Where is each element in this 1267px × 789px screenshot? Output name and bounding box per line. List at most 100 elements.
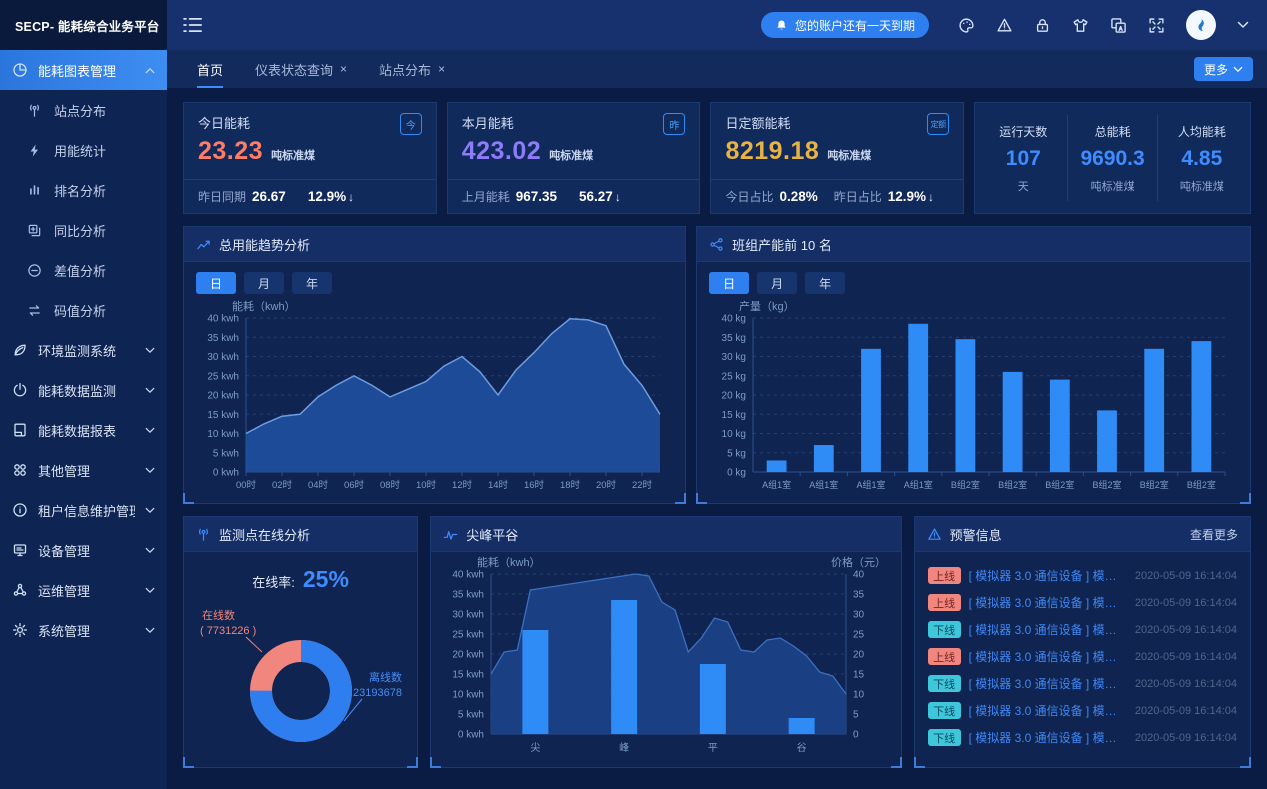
sidebar-item-码值分析[interactable]: 码值分析 — [0, 290, 167, 330]
sidebar-item-label: 同比分析 — [54, 221, 106, 240]
palette-icon[interactable] — [958, 17, 975, 34]
stat-card-日定额能耗: 日定额能耗定额8219.18吨标准煤今日占比0.28%昨日占比12.9%↓ — [710, 102, 964, 214]
tabbar: 首页仪表状态查询× 站点分布 × 更多 — [167, 50, 1267, 88]
alert-message[interactable]: [ 模拟器 3.0 通信设备 ] 模拟器 3.0... — [969, 567, 1127, 584]
stat-card-title-row: 今日能耗今 — [198, 113, 422, 135]
alert-timestamp: 2020-05-09 16:14:04 — [1135, 705, 1237, 717]
alert-message[interactable]: [ 模拟器 3.0 通信设备 ] 模拟器 3.0... — [969, 702, 1127, 719]
sidebar-group-运维管理[interactable]: 运维管理 — [0, 570, 167, 610]
stat-card-value-row: 8219.18吨标准煤 — [725, 137, 949, 166]
avatar[interactable] — [1186, 10, 1216, 40]
tab-首页[interactable]: 首页 — [181, 50, 239, 88]
period-toggle-年[interactable]: 年 — [805, 272, 845, 294]
sidebar-item-同比分析[interactable]: 同比分析 — [0, 210, 167, 250]
app-title: SECP- 能耗综合业务平台 — [15, 16, 159, 35]
close-tab-icon[interactable]: × — [340, 62, 347, 76]
gear-icon — [12, 622, 28, 638]
stats-row: 今日能耗今23.23 吨标准煤昨日同期26.67 12.9% ↓本月能耗昨423.02… — [183, 102, 1251, 214]
period-toggle-日[interactable]: 日 — [196, 272, 236, 294]
svg-text:16时: 16时 — [524, 479, 545, 491]
svg-text:5 kg: 5 kg — [727, 448, 746, 459]
view-more-link[interactable]: 查看更多 — [1190, 526, 1238, 543]
alert-row[interactable]: 上线[ 模拟器 3.0 通信设备 ] 模拟器 3.0...2020-05-09 … — [928, 562, 1237, 589]
skin-icon[interactable] — [1072, 17, 1089, 34]
chevron-down-icon[interactable] — [1237, 21, 1249, 29]
period-toggle-月[interactable]: 月 — [244, 272, 284, 294]
more-button[interactable]: 更多 — [1194, 57, 1253, 81]
svg-text:30: 30 — [853, 610, 865, 621]
dashboard-content: 今日能耗今23.23 吨标准煤昨日同期26.67 12.9% ↓本月能耗昨423.02… — [167, 88, 1267, 789]
calendar-badge-icon: 今 — [400, 113, 422, 135]
period-toggle-月[interactable]: 月 — [757, 272, 797, 294]
collapse-menu-icon[interactable] — [183, 17, 202, 33]
sidebar-group-label: 能耗数据监测 — [38, 381, 116, 400]
chevron-down-icon — [145, 387, 155, 394]
alert-triangle-icon[interactable] — [996, 17, 1013, 34]
sidebar-group-label: 能耗数据报表 — [38, 421, 116, 440]
alert-row[interactable]: 下线[ 模拟器 3.0 通信设备 ] 模拟器 3.0...2020-05-09 … — [928, 697, 1237, 724]
panel-title: 监测点在线分析 — [219, 525, 310, 544]
sidebar-item-差值分析[interactable]: 差值分析 — [0, 250, 167, 290]
svg-text:B组2室: B组2室 — [1187, 479, 1216, 490]
svg-text:0 kwh: 0 kwh — [458, 730, 484, 741]
pulse-icon — [443, 527, 458, 542]
topbar-icons — [958, 17, 1165, 34]
svg-text:能耗（kwh）: 能耗（kwh） — [477, 555, 541, 569]
svg-text:40 kg: 40 kg — [722, 314, 746, 325]
alert-row[interactable]: 上线[ 模拟器 3.0 通信设备 ] 模拟器 3.0...2020-05-09 … — [928, 589, 1237, 616]
sidebar-group-label: 设备管理 — [38, 541, 90, 560]
sidebar-item-排名分析[interactable]: 排名分析 — [0, 170, 167, 210]
sidebar-group-能耗图表管理[interactable]: 能耗图表管理 — [0, 50, 167, 90]
sidebar-group-能耗数据报表[interactable]: 能耗数据报表 — [0, 410, 167, 450]
alert-message[interactable]: [ 模拟器 3.0 通信设备 ] 模拟器 3.0... — [969, 675, 1127, 692]
language-icon[interactable] — [1110, 17, 1127, 34]
alert-message[interactable]: [ 模拟器 3.0 通信设备 ] 模拟器 3.0... — [969, 621, 1127, 638]
sidebar-group-设备管理[interactable]: 设备管理 — [0, 530, 167, 570]
panel-header: 总用能趋势分析 — [184, 227, 685, 262]
sidebar-group-系统管理[interactable]: 系统管理 — [0, 610, 167, 650]
svg-text:5: 5 — [853, 710, 859, 721]
alert-row[interactable]: 下线[ 模拟器 3.0 通信设备 ] 模拟器 3.0...2020-05-09 … — [928, 670, 1237, 697]
stat-footer-value: 26.67 — [252, 189, 286, 204]
sidebar-group-环境监测系统[interactable]: 环境监测系统 — [0, 330, 167, 370]
fullscreen-icon[interactable] — [1148, 17, 1165, 34]
lock-icon[interactable] — [1034, 17, 1051, 34]
sidebar-item-站点分布[interactable]: 站点分布 — [0, 90, 167, 130]
close-tab-icon[interactable]: × — [438, 62, 445, 76]
sidebar-group-租户信息维护管理[interactable]: 租户信息维护管理 — [0, 490, 167, 530]
alert-row[interactable]: 下线[ 模拟器 3.0 通信设备 ] 模拟器 3.0...2020-05-09 … — [928, 616, 1237, 643]
alert-row[interactable]: 下线[ 模拟器 3.0 通信设备 ] 模拟器 3.0...2020-05-09 … — [928, 724, 1237, 751]
trend-down-icon: ↓ — [615, 190, 621, 204]
svg-text:20 kwh: 20 kwh — [453, 650, 485, 661]
alert-message[interactable]: [ 模拟器 3.0 通信设备 ] 模拟器 3.0... — [969, 729, 1127, 746]
svg-text:平: 平 — [708, 743, 718, 754]
app-logo: SECP- 能耗综合业务平台 — [0, 0, 167, 50]
sidebar-group-其他管理[interactable]: 其他管理 — [0, 450, 167, 490]
chevron-down-icon — [145, 507, 155, 514]
period-toggle-年[interactable]: 年 — [292, 272, 332, 294]
online-rate-label: 在线率: — [252, 572, 295, 591]
stat-footer-pair: 昨日同期26.67 — [198, 188, 286, 205]
period-toggle-日[interactable]: 日 — [709, 272, 749, 294]
stat-footer-value: 0.28% — [779, 189, 817, 204]
alert-message[interactable]: [ 模拟器 3.0 通信设备 ] 模拟器 3.0... — [969, 594, 1127, 611]
panel-peak-valley: 尖峰平谷 0 kwh05 kwh510 kwh1015 kwh1520 kwh2… — [430, 516, 901, 768]
sidebar-group-能耗数据监测[interactable]: 能耗数据监测 — [0, 370, 167, 410]
account-notice-pill[interactable]: 您的账户还有一天到期 — [761, 12, 929, 38]
svg-text:B组2室: B组2室 — [1045, 479, 1074, 490]
sidebar-item-用能统计[interactable]: 用能统计 — [0, 130, 167, 170]
svg-text:04时: 04时 — [308, 479, 329, 491]
alert-row[interactable]: 上线[ 模拟器 3.0 通信设备 ] 模拟器 3.0...2020-05-09 … — [928, 643, 1237, 670]
stat-card-value: 23.23 — [198, 137, 263, 166]
chevron-down-icon — [145, 547, 155, 554]
svg-text:15 kg: 15 kg — [722, 410, 746, 421]
tab-站点分布[interactable]: 站点分布 × — [363, 50, 461, 88]
summary-label: 人均能耗 — [1178, 123, 1226, 140]
stat-footer-value: 12.9% — [888, 189, 926, 204]
summary-unit: 吨标准煤 — [1091, 178, 1135, 194]
svg-text:B组2室: B组2室 — [998, 479, 1027, 490]
tab-label: 站点分布 — [379, 50, 431, 88]
alert-message[interactable]: [ 模拟器 3.0 通信设备 ] 模拟器 3.0... — [969, 648, 1127, 665]
tab-仪表状态查询[interactable]: 仪表状态查询× — [239, 50, 363, 88]
stat-card-本月能耗: 本月能耗昨423.02吨标准煤上月能耗967.3556.27↓ — [447, 102, 701, 214]
